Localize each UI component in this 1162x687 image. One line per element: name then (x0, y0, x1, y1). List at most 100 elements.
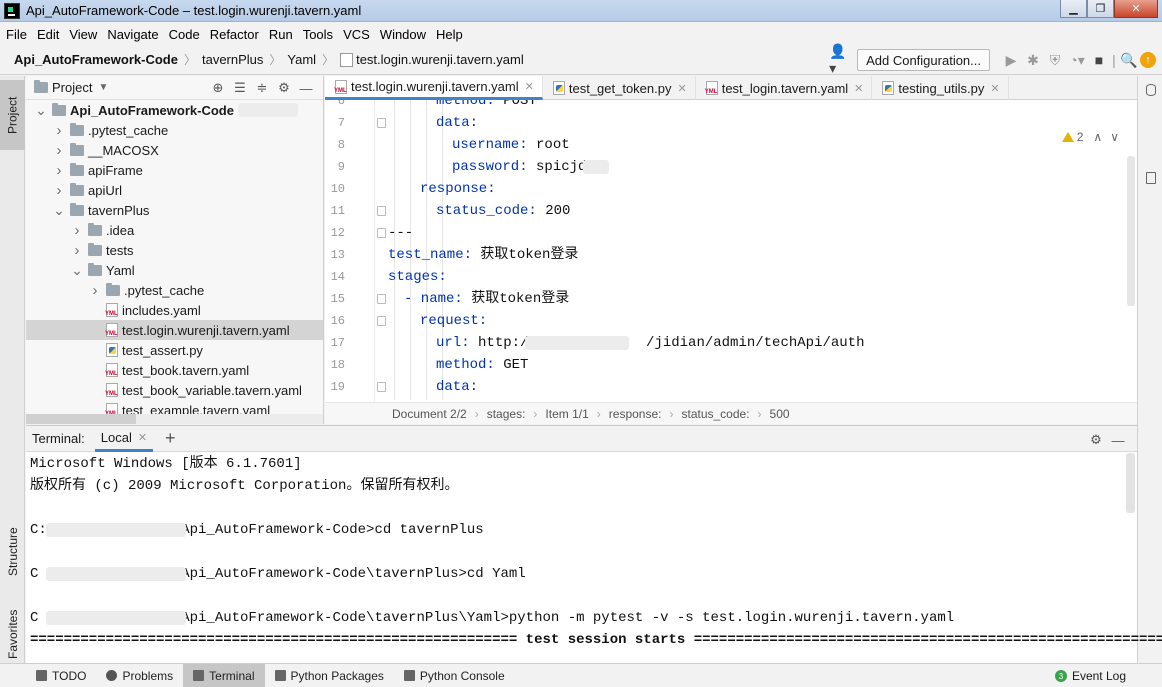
update-notification-icon[interactable]: ↑ (1140, 52, 1156, 68)
code-line[interactable]: 12 --- (325, 222, 1137, 244)
breadcrumb-subfolder[interactable]: Yaml (287, 52, 316, 67)
chevron-down-icon[interactable]: ⌄ (52, 202, 66, 219)
tree-item[interactable]: › __MACOSX (26, 140, 323, 160)
favorites-tool-tab[interactable]: Favorites (3, 584, 23, 659)
hide-panel-icon[interactable]: — (295, 78, 317, 98)
editor-tab[interactable]: testing_utils.py ✕ (872, 76, 1009, 100)
database-tool-tab[interactable] (1142, 84, 1160, 100)
code-line[interactable]: 15 - name: 获取token登录 (325, 288, 1137, 310)
menu-navigate[interactable]: Navigate (107, 27, 158, 42)
menu-view[interactable]: View (69, 27, 97, 42)
code-line[interactable]: 13 test_name: 获取token登录 (325, 244, 1137, 266)
run-icon[interactable]: ▶ (1000, 49, 1022, 71)
structure-breadcrumb-item[interactable]: stages: (487, 407, 526, 421)
chevron-right-icon[interactable]: › (52, 122, 66, 139)
close-icon[interactable]: ✕ (854, 82, 863, 95)
breadcrumb-file[interactable]: test.login.wurenji.tavern.yaml (356, 52, 524, 67)
code-line[interactable]: 9 password: spicjd@ (325, 156, 1137, 178)
tree-item[interactable]: › apiFrame (26, 160, 323, 180)
project-tool-tab[interactable]: Project (0, 80, 25, 150)
close-icon[interactable]: ✕ (678, 82, 687, 95)
chevron-right-icon[interactable]: › (70, 242, 84, 259)
menu-vcs[interactable]: VCS (343, 27, 370, 42)
structure-tool-tab[interactable]: Structure (3, 496, 23, 576)
code-area[interactable]: 2 ∧ ∨ 6 method: POST 7 data: 8 username: root… (325, 100, 1137, 402)
tree-item[interactable]: › .pytest_cache (26, 280, 323, 300)
tree-item[interactable]: ⌄ Yaml (26, 260, 323, 280)
fold-marker-icon[interactable] (377, 294, 386, 304)
tool-window-button[interactable]: Terminal (183, 663, 265, 687)
scrollbar-thumb[interactable] (26, 414, 136, 424)
terminal-vertical-scrollbar[interactable] (1126, 453, 1135, 513)
chevron-right-icon[interactable]: › (88, 282, 102, 299)
maximize-button[interactable]: ❐ (1087, 0, 1114, 18)
terminal-tab-local[interactable]: Local ✕ (94, 426, 154, 452)
profile-icon[interactable]: ◔▾ (1066, 49, 1088, 71)
fold-marker-icon[interactable] (377, 316, 386, 326)
code-line[interactable]: 7 data: (325, 112, 1137, 134)
tool-window-button[interactable]: TODO (26, 664, 96, 687)
code-line[interactable]: 18 method: GET (325, 354, 1137, 376)
tree-item[interactable]: test_assert.py (26, 340, 323, 360)
tree-item[interactable]: › tests (26, 240, 323, 260)
chevron-right-icon[interactable]: › (52, 162, 66, 179)
coverage-icon[interactable]: ⛨ (1044, 49, 1066, 71)
fold-marker-icon[interactable] (377, 206, 386, 216)
event-log-button[interactable]: 3 Event Log (1054, 664, 1126, 687)
code-line[interactable]: 8 username: root (325, 134, 1137, 156)
search-everywhere-icon[interactable]: 🔍 (1118, 49, 1140, 71)
tree-item[interactable]: test_book.tavern.yaml (26, 360, 323, 380)
add-configuration-button[interactable]: Add Configuration... (857, 49, 990, 71)
tool-window-button[interactable]: Python Console (394, 664, 515, 687)
code-line[interactable]: 17 url: http:/ /jidian/admin/techApi/auth (325, 332, 1137, 354)
code-line[interactable]: 6 method: POST (325, 100, 1137, 112)
stop-icon[interactable]: ■ (1088, 49, 1110, 71)
debug-icon[interactable]: ✱ (1022, 49, 1044, 71)
tree-item[interactable]: › .pytest_cache (26, 120, 323, 140)
breadcrumb-folder[interactable]: tavernPlus (202, 52, 263, 67)
fold-marker-icon[interactable] (377, 118, 386, 128)
code-line[interactable]: 11 status_code: 200 (325, 200, 1137, 222)
tree-item[interactable]: test.login.wurenji.tavern.yaml (26, 320, 323, 340)
chevron-right-icon[interactable]: › (52, 182, 66, 199)
tree-item[interactable]: › .idea (26, 220, 323, 240)
code-line[interactable]: 10 response: (325, 178, 1137, 200)
chevron-right-icon[interactable]: › (52, 142, 66, 159)
close-window-button[interactable]: ✕ (1114, 0, 1158, 18)
structure-breadcrumb-item[interactable]: Document 2/2 (392, 407, 467, 421)
structure-breadcrumb-item[interactable]: Item 1/1 (545, 407, 588, 421)
minimize-button[interactable]: ▁ (1060, 0, 1087, 18)
editor-tab[interactable]: test_login.tavern.yaml ✕ (696, 76, 873, 100)
new-terminal-icon[interactable]: + (165, 428, 176, 449)
chevron-down-icon[interactable]: ⌄ (34, 102, 48, 119)
user-account-icon[interactable]: 👤▾ (829, 43, 851, 76)
editor-tab[interactable]: test_get_token.py ✕ (543, 76, 696, 100)
fold-marker-icon[interactable] (377, 382, 386, 392)
locate-file-icon[interactable]: ⊕ (207, 78, 229, 98)
menu-help[interactable]: Help (436, 27, 463, 42)
project-horizontal-scrollbar[interactable] (26, 414, 323, 424)
gear-icon[interactable]: ⚙ (1085, 430, 1107, 450)
structure-breadcrumb-item[interactable]: 500 (770, 407, 790, 421)
tree-item[interactable]: ⌄ Api_AutoFramework-Code (26, 100, 323, 120)
terminal-output[interactable]: Microsoft Windows [版本 6.1.7601] 版权所有 (c) … (26, 453, 1162, 663)
menu-edit[interactable]: Edit (37, 27, 59, 42)
editor-tab[interactable]: test.login.wurenji.tavern.yaml ✕ (325, 76, 543, 100)
close-icon[interactable]: ✕ (525, 80, 534, 93)
code-line[interactable]: 14 stages: (325, 266, 1137, 288)
code-line[interactable]: 16 request: (325, 310, 1137, 332)
structure-breadcrumb-item[interactable]: status_code: (681, 407, 749, 421)
tree-item[interactable]: includes.yaml (26, 300, 323, 320)
menu-file[interactable]: File (6, 27, 27, 42)
expand-all-icon[interactable]: ☰ (229, 78, 251, 98)
breadcrumb-project[interactable]: Api_AutoFramework-Code (14, 52, 178, 67)
chevron-down-icon[interactable]: ▼ (98, 82, 108, 93)
project-panel-title[interactable]: Project (52, 80, 92, 95)
code-line[interactable]: 19 data: (325, 376, 1137, 398)
gear-icon[interactable]: ⚙ (273, 78, 295, 98)
menu-window[interactable]: Window (380, 27, 426, 42)
structure-breadcrumb-item[interactable]: response: (609, 407, 662, 421)
chevron-right-icon[interactable]: › (70, 222, 84, 239)
menu-refactor[interactable]: Refactor (210, 27, 259, 42)
menu-tools[interactable]: Tools (303, 27, 333, 42)
